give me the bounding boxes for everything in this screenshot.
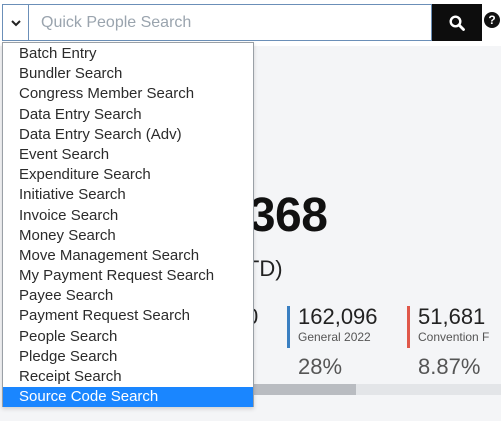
menu-item-congress-member-search[interactable]: Congress Member Search bbox=[3, 84, 253, 104]
menu-item-source-code-search[interactable]: Source Code Search bbox=[3, 387, 253, 408]
menu-item-bundler-search[interactable]: Bundler Search bbox=[3, 64, 253, 84]
search-type-dropdown-toggle[interactable] bbox=[2, 4, 28, 41]
stat-label: General 2022 bbox=[298, 330, 371, 344]
search-bar: ? bbox=[0, 0, 501, 46]
quick-people-search-input[interactable] bbox=[28, 4, 432, 41]
stat-color-bar-convention bbox=[407, 306, 410, 348]
stat-label: Convention F bbox=[418, 330, 490, 344]
progress-bar bbox=[238, 384, 501, 395]
stat-percent: 28% bbox=[298, 354, 343, 379]
menu-item-payee-search[interactable]: Payee Search bbox=[3, 286, 253, 306]
menu-item-data-entry-search[interactable]: Data Entry Search bbox=[3, 105, 253, 125]
menu-item-payment-request-search[interactable]: Payment Request Search bbox=[3, 306, 253, 326]
stat-general-2022: 162,096 General 2022 28% bbox=[298, 306, 378, 380]
menu-item-receipt-search[interactable]: Receipt Search bbox=[3, 367, 253, 387]
stat-value: 51,681 bbox=[418, 304, 486, 329]
menu-item-data-entry-search-adv[interactable]: Data Entry Search (Adv) bbox=[3, 125, 253, 145]
menu-item-invoice-search[interactable]: Invoice Search bbox=[3, 206, 253, 226]
menu-item-move-management-search[interactable]: Move Management Search bbox=[3, 246, 253, 266]
help-icon[interactable]: ? bbox=[484, 12, 500, 28]
menu-item-initiative-search[interactable]: Initiative Search bbox=[3, 185, 253, 205]
search-type-dropdown-menu: Batch Entry Bundler Search Congress Member… bbox=[2, 42, 254, 408]
menu-item-money-search[interactable]: Money Search bbox=[3, 226, 253, 246]
menu-item-people-search[interactable]: People Search bbox=[3, 327, 253, 347]
menu-item-event-search[interactable]: Event Search bbox=[3, 145, 253, 165]
search-button[interactable] bbox=[432, 4, 482, 41]
search-icon bbox=[449, 14, 465, 31]
stat-value: 162,096 bbox=[298, 304, 378, 329]
menu-item-pledge-search[interactable]: Pledge Search bbox=[3, 347, 253, 367]
menu-item-expenditure-search[interactable]: Expenditure Search bbox=[3, 165, 253, 185]
menu-item-batch-entry[interactable]: Batch Entry bbox=[3, 44, 253, 64]
menu-item-my-payment-request-search[interactable]: My Payment Request Search bbox=[3, 266, 253, 286]
stat-convention: 51,681 Convention F 8.87% bbox=[418, 306, 489, 380]
stat-percent: 8.87% bbox=[418, 354, 481, 379]
stat-color-bar-general bbox=[287, 306, 290, 348]
progress-bar-fill bbox=[238, 384, 357, 395]
chevron-down-icon bbox=[10, 19, 21, 26]
